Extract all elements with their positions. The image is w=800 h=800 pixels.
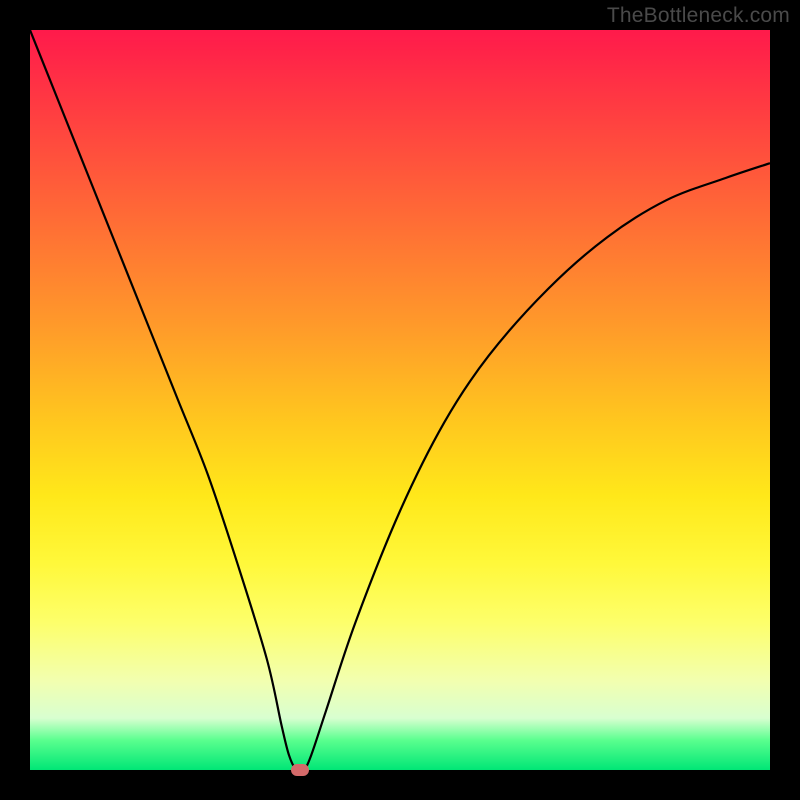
chart-frame: TheBottleneck.com	[0, 0, 800, 800]
optimal-point-marker	[291, 764, 309, 776]
watermark-text: TheBottleneck.com	[607, 4, 790, 28]
bottleneck-curve	[30, 30, 770, 770]
bottleneck-curve-path	[30, 30, 770, 770]
